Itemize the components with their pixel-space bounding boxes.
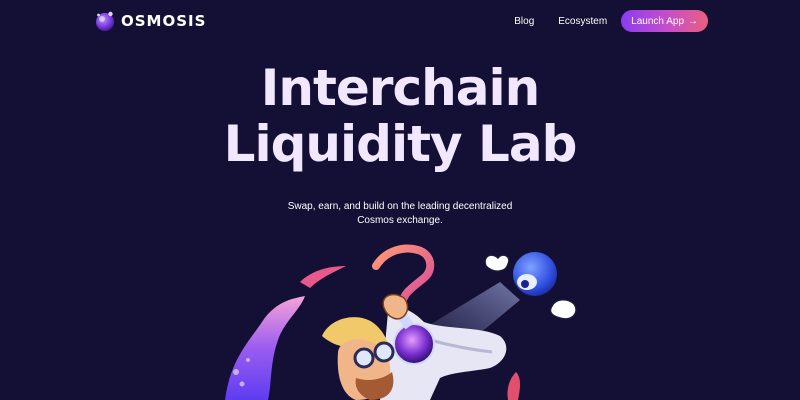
liquid-swirl <box>372 244 435 308</box>
nav-links: Blog Ecosystem Launch App → <box>514 10 708 32</box>
launch-app-button[interactable]: Launch App → <box>621 10 708 32</box>
brand-name: OSMOSIS <box>121 12 207 30</box>
bubble <box>239 381 245 387</box>
liquid-drop-left <box>300 266 346 288</box>
hero-title-line-1: Interchain <box>260 59 540 117</box>
scientist-hand <box>382 293 409 320</box>
page: OSMOSIS Blog Ecosystem Launch App → Inte… <box>0 0 800 400</box>
robot-light-beam <box>418 282 520 350</box>
scientist-face <box>337 339 391 400</box>
scientist-beard <box>355 372 394 400</box>
robot-glove-right <box>549 299 577 320</box>
hero-subtitle-line-1: Swap, earn, and build on the leading dec… <box>287 201 513 212</box>
hero-title-line-2: Liquidity Lab <box>223 115 578 173</box>
goggles-lens-left <box>353 347 375 369</box>
launch-app-label: Launch App <box>631 15 684 27</box>
brand-logo[interactable]: OSMOSIS <box>94 10 206 32</box>
robot-eye <box>517 274 537 290</box>
hero-subtitle-line-2: Cosmos exchange. <box>357 215 443 226</box>
liquid-ribbon-left <box>225 296 305 400</box>
bubble <box>246 358 250 362</box>
osmosis-logo-icon <box>96 11 114 31</box>
nav-link-blog[interactable]: Blog <box>514 16 534 27</box>
flask-bulb <box>393 323 435 365</box>
flask-neck <box>396 310 414 330</box>
top-nav: OSMOSIS Blog Ecosystem Launch App → <box>0 0 800 44</box>
arrow-right-icon: → <box>688 15 698 27</box>
scientist-sleeve-shadow <box>429 338 493 354</box>
hero-title: Interchain Liquidity Lab <box>0 60 800 172</box>
robot-body <box>513 252 557 296</box>
hero-subtitle: Swap, earn, and build on the leading dec… <box>0 200 800 228</box>
robot-glove-left <box>484 254 510 272</box>
goggles-lens-right <box>373 341 395 363</box>
bubble <box>233 369 239 375</box>
liquid-tentacle-right <box>507 372 520 400</box>
scientist-coat-arm <box>380 308 507 400</box>
robot-pupil <box>521 280 529 288</box>
liquid-swirl-dot <box>398 312 406 320</box>
nav-link-ecosystem[interactable]: Ecosystem <box>558 16 607 27</box>
scientist-hair <box>322 317 390 360</box>
